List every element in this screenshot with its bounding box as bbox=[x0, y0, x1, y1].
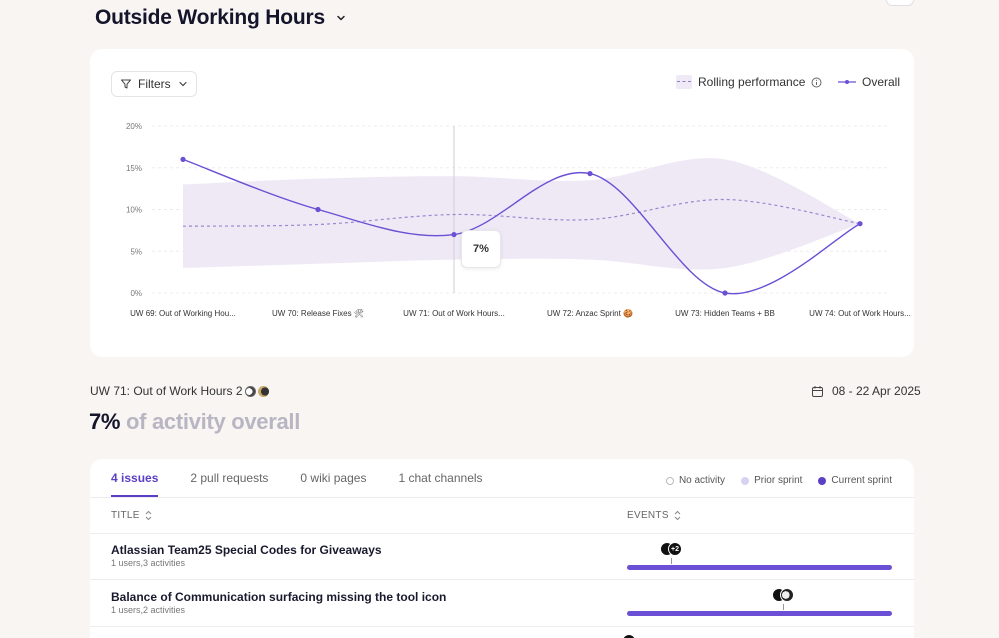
key-prior-sprint: Prior sprint bbox=[741, 475, 802, 486]
current-sprint-dot bbox=[818, 476, 827, 485]
performance-chart: 20% 15% 10% 5% 0% UW 69: Out of Working Hou..… bbox=[126, 122, 911, 318]
avatar[interactable] bbox=[780, 588, 794, 602]
data-point bbox=[722, 290, 728, 296]
selected-sprint-name: UW 71: Out of Work Hours 2 bbox=[90, 384, 269, 398]
row-divider bbox=[90, 533, 914, 534]
data-point bbox=[451, 231, 457, 238]
key-no-activity-label: No activity bbox=[678, 475, 726, 486]
column-events-label: EVENTS bbox=[627, 510, 669, 521]
data-point bbox=[180, 156, 186, 162]
event-bar bbox=[627, 611, 892, 616]
chevron-down-icon[interactable] bbox=[335, 12, 347, 24]
row-divider bbox=[90, 579, 914, 580]
sort-icon bbox=[674, 510, 681, 521]
x-tick-label: UW 73: Hidden Teams + BB bbox=[675, 309, 775, 318]
x-tick-label: UW 74: Out of Work Hours... bbox=[809, 309, 911, 318]
date-range-text: 08 - 22 Apr 2025 bbox=[832, 384, 921, 398]
issue-title[interactable]: Atlassian Team25 Special Codes for Givea… bbox=[111, 543, 382, 557]
no-activity-dot bbox=[665, 476, 674, 485]
tab-wiki-pages[interactable]: 0 wiki pages bbox=[300, 459, 366, 497]
chart-card: Filters Rolling performance Overall 20% 1… bbox=[90, 49, 914, 357]
y-tick-label: 0% bbox=[130, 289, 142, 298]
data-point bbox=[587, 170, 593, 177]
data-point bbox=[315, 206, 321, 213]
event-bar bbox=[627, 565, 892, 570]
tab-bar: 4 issues 2 pull requests 0 wiki pages 1 … bbox=[111, 459, 483, 497]
event-marker bbox=[671, 558, 672, 564]
activity-table-card: 4 issues 2 pull requests 0 wiki pages 1 … bbox=[90, 459, 914, 638]
header-divider bbox=[90, 497, 914, 498]
activity-summary-text: of activity overall bbox=[120, 409, 301, 434]
avatar[interactable] bbox=[622, 634, 636, 638]
rolling-band bbox=[183, 158, 860, 270]
page-header: Outside Working Hours bbox=[95, 6, 347, 30]
data-point bbox=[857, 221, 863, 227]
issue-meta: 1 users,3 activities bbox=[111, 558, 186, 568]
key-prior-sprint-label: Prior sprint bbox=[754, 475, 803, 486]
column-title-label: TITLE bbox=[111, 510, 140, 521]
column-header-title[interactable]: TITLE bbox=[111, 510, 153, 521]
x-tick-label: UW 72: Anzac Sprint 🍪 bbox=[547, 308, 633, 318]
top-right-button[interactable] bbox=[886, 0, 914, 6]
moon-icon bbox=[244, 385, 256, 397]
y-tick-label: 10% bbox=[126, 206, 142, 215]
event-marker bbox=[783, 604, 784, 610]
y-tick-label: 15% bbox=[126, 164, 142, 173]
key-current-sprint-label: Current sprint bbox=[831, 475, 892, 486]
x-tick-label: UW 71: Out of Work Hours... bbox=[403, 309, 505, 318]
x-tick-label: UW 70: Release Fixes 🛠 bbox=[272, 309, 364, 318]
prior-sprint-dot bbox=[741, 476, 750, 485]
sprint-name-text: UW 71: Out of Work Hours 2 bbox=[90, 384, 243, 398]
issue-meta: 1 users,2 activities bbox=[111, 605, 186, 615]
issue-title[interactable]: Balance of Communication surfacing missi… bbox=[111, 590, 446, 604]
calendar-icon bbox=[812, 385, 823, 397]
row-divider bbox=[90, 626, 914, 627]
tab-chat-channels[interactable]: 1 chat channels bbox=[398, 459, 482, 497]
activity-percent: 7% bbox=[89, 409, 121, 434]
date-range[interactable]: 08 - 22 Apr 2025 bbox=[811, 384, 921, 398]
tab-issues[interactable]: 4 issues bbox=[111, 459, 159, 497]
moon-icon bbox=[257, 385, 269, 397]
more-avatars-badge[interactable]: +2 bbox=[668, 542, 682, 556]
tab-pull-requests[interactable]: 2 pull requests bbox=[190, 459, 268, 497]
key-no-activity: No activity bbox=[665, 475, 726, 486]
y-tick-label: 20% bbox=[126, 122, 142, 131]
activity-summary: 7% of activity overall bbox=[89, 409, 300, 435]
page-title: Outside Working Hours bbox=[95, 6, 325, 29]
activity-key: No activity Prior sprint Current sprint bbox=[665, 475, 892, 486]
y-tick-label: 5% bbox=[130, 247, 142, 256]
column-header-events[interactable]: EVENTS bbox=[627, 510, 682, 521]
key-current-sprint: Current sprint bbox=[818, 475, 892, 486]
sort-icon bbox=[145, 510, 152, 521]
x-tick-label: UW 69: Out of Working Hou... bbox=[130, 309, 236, 318]
chart-tooltip: 7% bbox=[461, 230, 501, 268]
